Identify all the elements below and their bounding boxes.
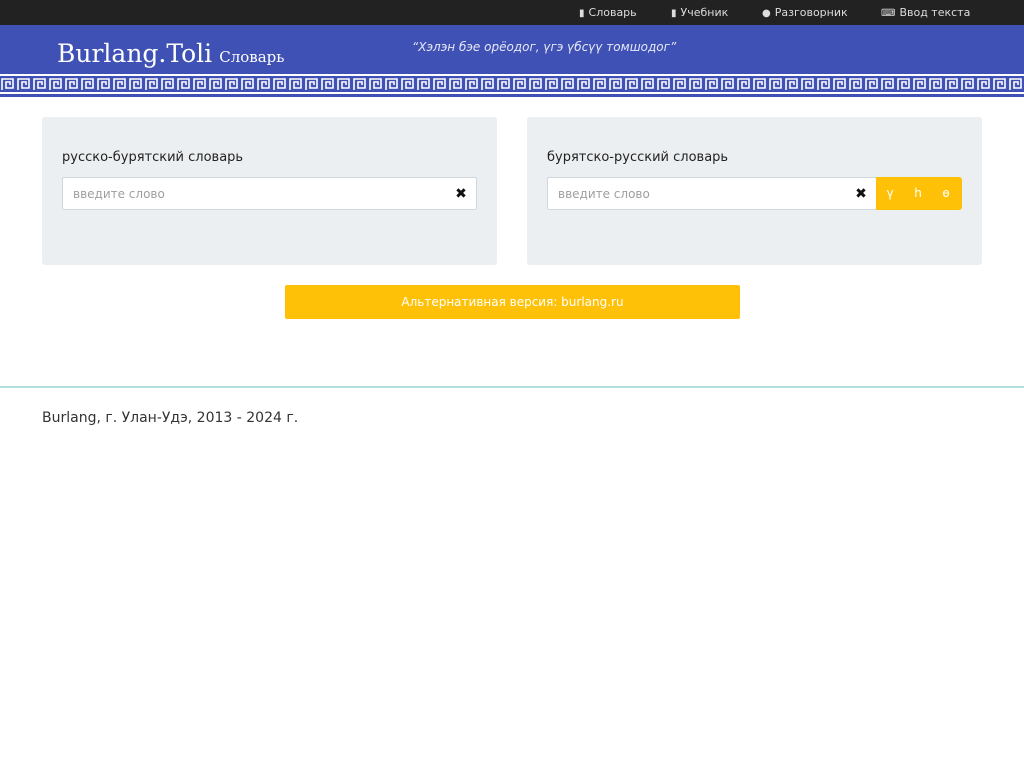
book-icon: ▮ (579, 8, 585, 19)
top-navbar: ▮ Словарь ▮ Учебник ● Разговорник ⌨ Ввод тек… (0, 0, 1024, 25)
nav-item-phrasebook-label: Разговорник (774, 6, 848, 19)
ru-bur-title: русско-бурятский словарь (62, 150, 244, 165)
nav-item-textbook[interactable]: ▮ Учебник (671, 0, 728, 25)
special-letters-group: ү һ ө (876, 177, 962, 210)
nav-item-dictionary[interactable]: ▮ Словарь (579, 0, 637, 25)
letter-button-h[interactable]: һ (908, 177, 928, 210)
bur-ru-panel: бурятско-русский словарь ✖ ү һ ө (527, 117, 982, 265)
footer-copyright: Burlang, г. Улан-Удэ, 2013 - 2024 г. (42, 410, 299, 426)
ru-bur-field: ✖ (62, 177, 477, 210)
bur-ru-title: бурятско-русский словарь (547, 150, 729, 165)
chat-icon: ● (762, 8, 771, 19)
clear-icon[interactable]: ✖ (454, 186, 468, 202)
site-header: Burlang.Toli Словарь “Хэлэн бэе орёодог,… (0, 25, 1024, 97)
ornament-border (0, 72, 1024, 96)
book-icon: ▮ (671, 8, 677, 19)
bur-ru-search-input[interactable] (548, 178, 876, 209)
nav-item-dictionary-label: Словарь (588, 6, 637, 19)
nav-item-text-input[interactable]: ⌨ Ввод текста (881, 0, 970, 25)
nav-item-textbook-label: Учебник (680, 6, 729, 19)
site-logo[interactable]: Burlang.Toli Словарь (57, 39, 284, 68)
ru-bur-panel: русско-бурятский словарь ✖ (42, 117, 497, 265)
brand-subtitle: Словарь (219, 48, 285, 66)
header-motto: “Хэлэн бэе орёодог, үгэ үбсүү томшодог” (412, 40, 677, 54)
letter-button-u[interactable]: ү (880, 177, 900, 210)
alternative-version-button[interactable]: Альтернативная версия: burlang.ru (285, 285, 740, 319)
brand-name: Burlang.Toli (57, 39, 213, 68)
ru-bur-search-input[interactable] (63, 178, 476, 209)
nav-item-phrasebook[interactable]: ● Разговорник (762, 0, 848, 25)
keyboard-icon: ⌨ (881, 8, 896, 19)
clear-icon[interactable]: ✖ (854, 186, 868, 202)
footer-divider (0, 386, 1024, 388)
nav-item-text-input-label: Ввод текста (899, 6, 971, 19)
letter-button-o[interactable]: ө (936, 177, 956, 210)
bur-ru-field: ✖ (547, 177, 877, 210)
